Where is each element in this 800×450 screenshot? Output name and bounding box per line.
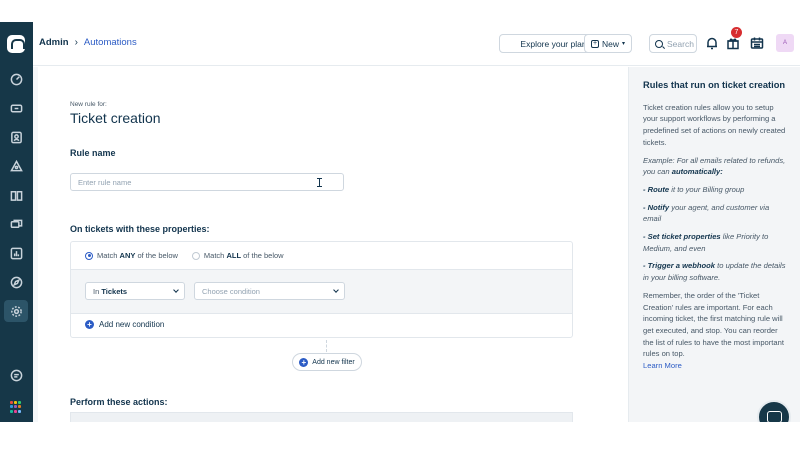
avatar[interactable]: A [776, 34, 794, 52]
actions-label: Perform these actions: [70, 397, 168, 407]
breadcrumb-admin[interactable]: Admin [39, 37, 69, 48]
groups-icon[interactable] [9, 159, 23, 173]
calendar-icon[interactable] [750, 36, 764, 50]
text-cursor-icon [317, 178, 325, 187]
match-any-label: Match ANY of the below [97, 251, 178, 260]
new-button-label: New [601, 38, 619, 49]
search-icon [655, 39, 663, 48]
breadcrumb-separator: › [74, 37, 78, 48]
help-bullet-notify: - Notify your agent, and customer via em… [643, 202, 770, 224]
notification-badge: 7 [731, 27, 742, 38]
sidebar [0, 22, 33, 422]
main-content: New rule for: Ticket creation Rule name … [33, 67, 628, 422]
radio-unchecked-icon [191, 251, 200, 260]
condition-row: In Tickets Choose condition [71, 269, 572, 314]
new-button[interactable]: + New ▾ [584, 34, 632, 53]
topbar: Admin › Automations Explore your plan + … [33, 22, 800, 66]
search-placeholder: Search [667, 38, 694, 49]
rule-name-input[interactable]: Enter rule name [70, 173, 344, 191]
scope-select-value: In Tickets [93, 286, 128, 296]
breadcrumb: Admin › Automations [39, 37, 137, 48]
help-bullet-webhook: - Trigger a webhook to update the detail… [643, 261, 786, 283]
radio-checked-icon [85, 251, 93, 260]
connector-line [326, 340, 327, 352]
add-filter-label: Add new filter [312, 358, 355, 366]
dashboard-icon[interactable] [9, 72, 23, 86]
plus-circle-icon: + [299, 357, 309, 367]
freshdesk-logo-icon[interactable] [7, 35, 25, 53]
actions-box [70, 412, 573, 422]
forums-icon[interactable] [9, 217, 23, 231]
rule-form-card: New rule for: Ticket creation Rule name … [38, 67, 628, 422]
app-window: Admin › Automations Explore your plan + … [0, 22, 800, 434]
help-example: Example: For all emails related to refun… [643, 155, 786, 177]
help-remember: Remember, the order of the 'Ticket Creat… [643, 290, 784, 359]
page-title: Ticket creation [70, 110, 161, 126]
help-bullet-route: - Route it to your Billing group [643, 184, 745, 194]
help-panel: Rules that run on ticket creation Ticket… [628, 67, 800, 422]
plus-circle-icon: + [85, 320, 94, 329]
breadcrumb-automations[interactable]: Automations [84, 37, 137, 48]
match-mode-row: Match ANY of the below Match ALL of the … [71, 242, 572, 269]
help-bullet-properties: - Set ticket properties like Priority to… [643, 232, 769, 253]
gift-icon[interactable] [726, 36, 740, 50]
match-all-label: Match ALL of the below [203, 251, 284, 260]
rule-name-label: Rule name [70, 148, 116, 158]
apps-grid-icon[interactable] [10, 401, 22, 413]
scope-select[interactable]: In Tickets [85, 282, 185, 300]
reports-icon[interactable] [9, 246, 23, 260]
contacts-icon[interactable] [9, 130, 23, 144]
chevron-down-icon [173, 287, 179, 293]
solutions-icon[interactable] [9, 188, 23, 202]
page-bottom-margin [0, 422, 800, 450]
rule-name-placeholder: Enter rule name [78, 177, 132, 187]
add-condition-button[interactable]: + Add new condition [85, 320, 164, 329]
add-condition-label: Add new condition [99, 320, 165, 329]
condition-select[interactable]: Choose condition [194, 282, 345, 300]
tickets-icon[interactable] [9, 101, 23, 115]
discovery-icon[interactable] [9, 275, 23, 289]
plus-icon: + [590, 39, 599, 48]
conditions-box: Match ANY of the below Match ALL of the … [70, 241, 573, 338]
bell-icon[interactable] [705, 36, 719, 50]
chat-icon[interactable] [9, 368, 23, 382]
condition-select-placeholder: Choose condition [202, 286, 260, 296]
match-all-radio[interactable]: Match ALL of the below [191, 251, 284, 260]
search-input[interactable]: Search [649, 34, 697, 53]
help-intro: Ticket creation rules allow you to setup… [643, 102, 786, 147]
chevron-down-icon [333, 287, 339, 293]
chevron-down-icon: ▾ [622, 41, 626, 47]
help-title: Rules that run on ticket creation [643, 80, 786, 90]
learn-more-link[interactable]: Learn More [643, 361, 682, 370]
match-any-radio[interactable]: Match ANY of the below [85, 251, 178, 260]
rule-kicker: New rule for: [70, 101, 107, 108]
admin-gear-icon[interactable] [9, 304, 23, 318]
properties-label: On tickets with these properties: [70, 224, 210, 234]
add-filter-button[interactable]: + Add new filter [292, 353, 362, 371]
